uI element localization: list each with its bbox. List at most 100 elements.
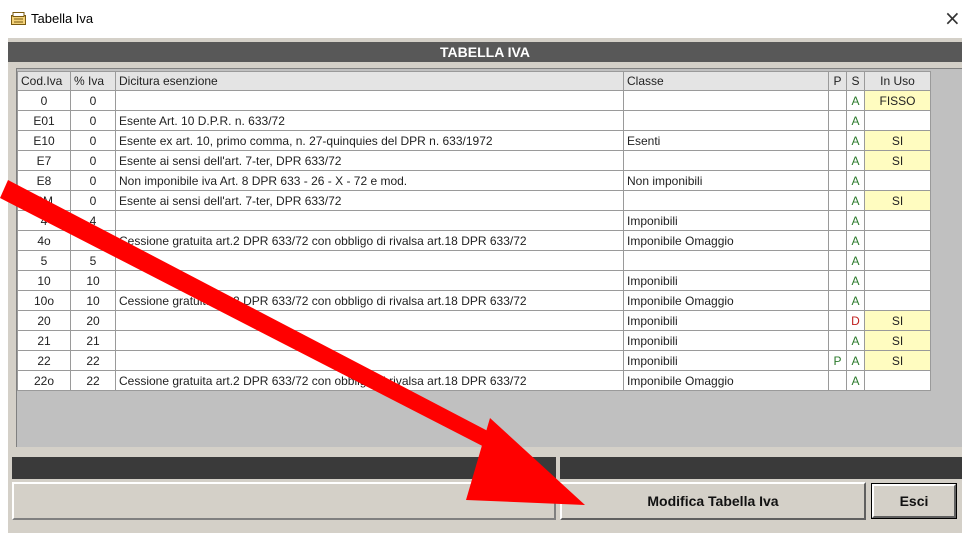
cell-p[interactable] [828,370,847,391]
cell-in-uso[interactable] [864,370,931,391]
cell-s[interactable]: A [846,330,865,351]
cell-cod-iva[interactable]: 22 [17,350,71,371]
cell-classe[interactable]: Imponibili [623,210,829,231]
esci-button[interactable]: Esci [871,483,957,519]
cell-cod-iva[interactable]: 4 [17,210,71,231]
header-classe[interactable]: Classe [623,71,829,91]
close-icon[interactable]: × [944,7,961,29]
cell-cod-iva[interactable]: 10o [17,290,71,311]
cell-classe[interactable]: Imponibile Omaggio [623,290,829,311]
cell-pct-iva[interactable]: 10 [70,290,116,311]
cell-pct-iva[interactable]: 0 [70,90,116,111]
cell-classe[interactable]: Imponibili [623,330,829,351]
table-row[interactable]: SM 0 Esente ai sensi dell'art. 7-ter, DPR … [17,190,931,211]
cell-pct-iva[interactable]: 5 [70,250,116,271]
cell-dicitura[interactable]: Cessione gratuita art.2 DPR 633/72 con o… [115,290,624,311]
cell-in-uso[interactable]: SI [864,130,931,151]
cell-p[interactable] [828,290,847,311]
cell-p[interactable] [828,250,847,271]
cell-dicitura[interactable]: Esente ai sensi dell'art. 7-ter, DPR 633… [115,150,624,171]
cell-dicitura[interactable]: Non imponibile iva Art. 8 DPR 633 - 26 -… [115,170,624,191]
cell-classe[interactable] [623,150,829,171]
cell-cod-iva[interactable]: 0 [17,90,71,111]
cell-in-uso[interactable]: SI [864,190,931,211]
cell-p[interactable] [828,130,847,151]
cell-pct-iva[interactable]: 21 [70,330,116,351]
cell-p[interactable] [828,330,847,351]
header-dicitura[interactable]: Dicitura esenzione [115,71,624,91]
cell-p[interactable] [828,190,847,211]
cell-s[interactable]: A [846,230,865,251]
cell-s[interactable]: A [846,270,865,291]
cell-classe[interactable] [623,250,829,271]
cell-cod-iva[interactable]: 10 [17,270,71,291]
cell-in-uso[interactable] [864,230,931,251]
cell-pct-iva[interactable]: 0 [70,190,116,211]
cell-dicitura[interactable]: Esente ex art. 10, primo comma, n. 27-qu… [115,130,624,151]
header-in-uso[interactable]: In Uso [864,71,931,91]
cell-p[interactable] [828,230,847,251]
cell-classe[interactable] [623,90,829,111]
header-pct-iva[interactable]: % Iva [70,71,116,91]
cell-dicitura[interactable] [115,350,624,371]
table-row[interactable]: E10 0 Esente ex art. 10, primo comma, n. 2… [17,130,931,151]
vat-table[interactable]: Cod.Iva % Iva Dicitura esenzione Classe … [17,71,931,391]
cell-s[interactable]: A [846,370,865,391]
cell-pct-iva[interactable]: 22 [70,370,116,391]
cell-classe[interactable]: Imponibili [623,350,829,371]
cell-pct-iva[interactable]: 0 [70,110,116,131]
cell-pct-iva[interactable]: 0 [70,170,116,191]
cell-p[interactable] [828,150,847,171]
cell-p[interactable] [828,210,847,231]
cell-in-uso[interactable]: SI [864,350,931,371]
cell-p[interactable] [828,170,847,191]
cell-cod-iva[interactable]: E01 [17,110,71,131]
cell-p[interactable] [828,90,847,111]
cell-classe[interactable]: Imponibile Omaggio [623,370,829,391]
cell-pct-iva[interactable]: 10 [70,270,116,291]
cell-in-uso[interactable] [864,270,931,291]
cell-cod-iva[interactable]: E8 [17,170,71,191]
cell-dicitura[interactable] [115,310,624,331]
cell-cod-iva[interactable]: E7 [17,150,71,171]
cell-classe[interactable]: Non imponibili [623,170,829,191]
cell-cod-iva[interactable]: E10 [17,130,71,151]
table-row[interactable]: 10o 10 Cessione gratuita art.2 DPR 633/72 … [17,290,931,311]
table-row[interactable]: 22 22 Imponibili P A SI [17,350,931,371]
cell-in-uso[interactable] [864,290,931,311]
cell-in-uso[interactable]: SI [864,150,931,171]
cell-pct-iva[interactable]: 22 [70,350,116,371]
cell-pct-iva[interactable]: 4 [70,210,116,231]
cell-cod-iva[interactable]: SM [17,190,71,211]
cell-p[interactable] [828,310,847,331]
cell-p[interactable] [828,270,847,291]
cell-cod-iva[interactable]: 20 [17,310,71,331]
cell-dicitura[interactable] [115,330,624,351]
cell-dicitura[interactable] [115,250,624,271]
header-s[interactable]: S [846,71,865,91]
cell-classe[interactable] [623,110,829,131]
cell-dicitura[interactable] [115,270,624,291]
table-row[interactable]: E01 0 Esente Art. 10 D.P.R. n. 633/72 A [17,110,931,131]
cell-p[interactable] [828,110,847,131]
cell-cod-iva[interactable]: 22o [17,370,71,391]
table-row[interactable]: E8 0 Non imponibile iva Art. 8 DPR 633 - 2… [17,170,931,191]
cell-in-uso[interactable] [864,250,931,271]
cell-classe[interactable] [623,190,829,211]
cell-cod-iva[interactable]: 5 [17,250,71,271]
cell-classe[interactable]: Imponibile Omaggio [623,230,829,251]
cell-in-uso[interactable]: SI [864,330,931,351]
header-cod-iva[interactable]: Cod.Iva [17,71,71,91]
cell-dicitura[interactable]: Esente ai sensi dell'art. 7-ter, DPR 633… [115,190,624,211]
cell-s[interactable]: D [846,310,865,331]
cell-in-uso[interactable] [864,170,931,191]
cell-s[interactable]: A [846,90,865,111]
cell-pct-iva[interactable]: 0 [70,130,116,151]
cell-classe[interactable]: Imponibili [623,310,829,331]
cell-in-uso[interactable] [864,110,931,131]
cell-s[interactable]: A [846,210,865,231]
cell-classe[interactable]: Esenti [623,130,829,151]
cell-s[interactable]: A [846,350,865,371]
cell-pct-iva[interactable] [70,230,116,251]
cell-in-uso[interactable] [864,210,931,231]
